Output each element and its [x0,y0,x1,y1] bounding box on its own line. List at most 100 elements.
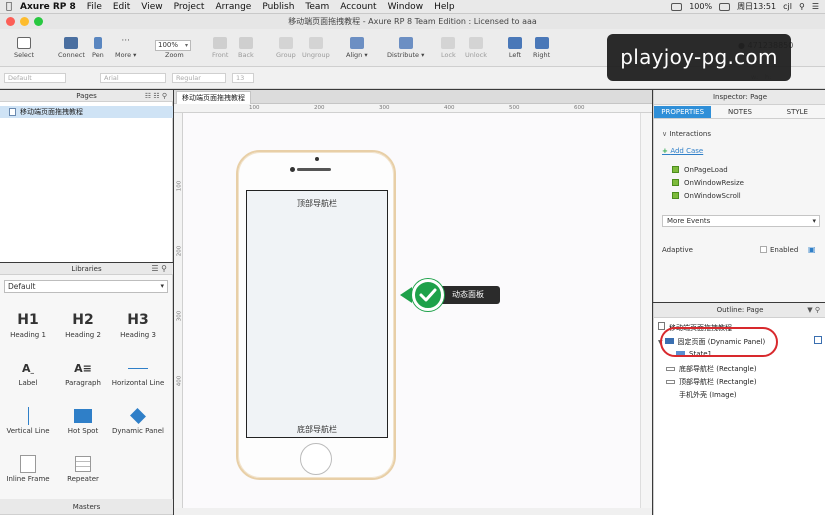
select-icon [17,37,32,49]
outline-bottom-nav[interactable]: 底部导航栏 (Rectangle) [666,364,757,374]
check-icon [412,279,444,311]
widget-paragraph[interactable]: A≡ Paragraph [55,357,111,388]
phone-front-camera [290,167,295,172]
widget-hot-spot[interactable]: Hot Spot [55,405,111,435]
font-select[interactable]: Arial [100,73,166,83]
widget-horizontal-line[interactable]: Horizontal Line [110,357,166,387]
back-button[interactable]: Back [238,37,254,59]
widget-inline-frame[interactable]: Inline Frame [0,453,56,483]
menu-account[interactable]: Account [340,2,376,12]
group-icon [278,37,293,49]
dynamic-panel-screen[interactable] [246,190,388,438]
add-case-link[interactable]: + Add Case [662,147,703,155]
inspector-header: Inspector: Page [654,90,825,105]
align-icon [349,37,364,49]
vertical-scrollbar[interactable] [640,113,652,508]
menu-team[interactable]: Team [305,2,329,12]
wifi-icon[interactable] [671,2,683,11]
outline-phone-shell[interactable]: 手机外壳 (Image) [666,390,737,400]
top-nav-bar[interactable]: 顶部导航栏 [246,198,388,209]
tab-properties[interactable]: PROPERTIES [654,106,712,118]
pen-icon [93,37,102,49]
canvas-tab[interactable]: 移动端页面拖拽教程 [176,91,251,104]
page-item[interactable]: 移动端页面拖拽教程 [0,106,173,118]
widget-heading-1[interactable]: H1 Heading 1 [0,309,56,339]
left-button[interactable]: Left [508,37,522,59]
group-button[interactable]: Group [276,37,296,59]
bottom-nav-bar[interactable]: 底部导航栏 [246,424,388,435]
masters-header[interactable]: Masters [0,499,173,515]
style-select[interactable]: Default [4,73,66,83]
outline-filter-icons[interactable]: ▼ ⚲ [807,303,820,318]
menu-arrange[interactable]: Arrange [215,2,251,12]
adaptive-views-icon[interactable]: ▣ [808,245,816,254]
zoom-window-icon[interactable] [34,17,43,26]
align-button[interactable]: Align ▾ [346,37,368,59]
widget-label[interactable]: A_ Label [0,357,56,388]
distribute-icon [398,37,413,49]
list-icon[interactable]: ☰ [812,2,819,11]
ungroup-button[interactable]: Ungroup [302,37,330,59]
search-icon[interactable]: ⚲ [799,2,805,11]
horizontal-scrollbar[interactable] [174,508,652,515]
zoom-select[interactable]: 100% ▾ [155,40,191,51]
window-title-bar: 移动端页面拖拽教程 - Axure RP 8 Team Edition : Li… [0,14,825,29]
pen-button[interactable]: Pen [92,37,104,59]
phone-home-button [300,443,332,475]
widget-repeater[interactable]: Repeater [55,453,111,483]
widget-heading-3[interactable]: H3 Heading 3 [110,309,166,339]
menu-edit[interactable]: Edit [113,2,130,12]
window-title: 移动端页面拖拽教程 - Axure RP 8 Team Edition : Li… [288,17,537,26]
lock-button[interactable]: Lock [441,37,456,59]
more-events-select[interactable]: More Events ▾ [662,215,820,227]
menu-view[interactable]: View [141,2,162,12]
outline-panel-toggle-icon[interactable] [814,336,822,344]
dynamic-panel-icon [130,408,146,424]
widget-vertical-line[interactable]: Vertical Line [0,405,56,435]
menu-window[interactable]: Window [388,2,424,12]
window-controls [6,17,43,26]
interactions-section[interactable]: ∨ Interactions [662,130,711,138]
tab-notes[interactable]: NOTES [711,106,768,118]
libraries-menu-icon[interactable]: ☰ ⚲ [151,263,167,275]
event-onpageload[interactable]: OnPageLoad [672,166,728,174]
pages-panel: Pages ☷ ☷ ⚲ 移动端页面拖拽教程 [0,90,173,262]
widget-heading-2[interactable]: H2 Heading 2 [55,309,111,339]
adaptive-enabled-checkbox[interactable]: Enabled [760,246,798,254]
distribute-button[interactable]: Distribute ▾ [387,37,424,59]
paragraph-icon: A≡ [74,361,92,375]
menu-project[interactable]: Project [174,2,205,12]
outline-top-nav[interactable]: 顶部导航栏 (Rectangle) [666,377,757,387]
clock[interactable]: 周日13:51 [737,1,776,12]
library-select[interactable]: Default ▾ [4,280,168,293]
menu-help[interactable]: Help [434,2,455,12]
right-button[interactable]: Right [533,37,550,59]
font-size-select[interactable]: 13 [232,73,254,83]
user-name[interactable]: cjl [783,2,792,11]
ruler-left: 100 200 300 400 [174,113,183,508]
watermark-banner: playjoy-pg.com [607,34,791,81]
right-panel-icon [534,37,549,49]
apple-icon[interactable]:  [6,1,12,12]
unlock-button[interactable]: Unlock [465,37,487,59]
menu-app[interactable]: Axure RP 8 [20,2,76,12]
tab-style[interactable]: STYLE [769,106,825,118]
front-button[interactable]: Front [212,37,228,59]
hot-spot-icon [74,409,92,423]
inspector-panel: Inspector: Page PROPERTIES NOTES STYLE ∨… [653,90,825,302]
font-weight-select[interactable]: Regular [172,73,226,83]
more-button[interactable]: ··· More ▾ [115,37,136,60]
menu-file[interactable]: File [87,2,102,12]
menu-publish[interactable]: Publish [262,2,294,12]
event-icon [672,166,679,173]
select-button[interactable]: Select [14,37,34,59]
pages-toolbar-icons[interactable]: ☷ ☷ ⚲ [145,90,167,102]
minimize-window-icon[interactable] [20,17,29,26]
close-window-icon[interactable] [6,17,15,26]
rectangle-icon [666,367,675,371]
event-onwindowresize[interactable]: OnWindowResize [672,179,744,187]
connect-button[interactable]: Connect [58,37,85,59]
event-onwindowscroll[interactable]: OnWindowScroll [672,192,741,200]
widget-dynamic-panel[interactable]: Dynamic Panel [110,405,166,435]
battery-icon[interactable] [719,2,731,11]
